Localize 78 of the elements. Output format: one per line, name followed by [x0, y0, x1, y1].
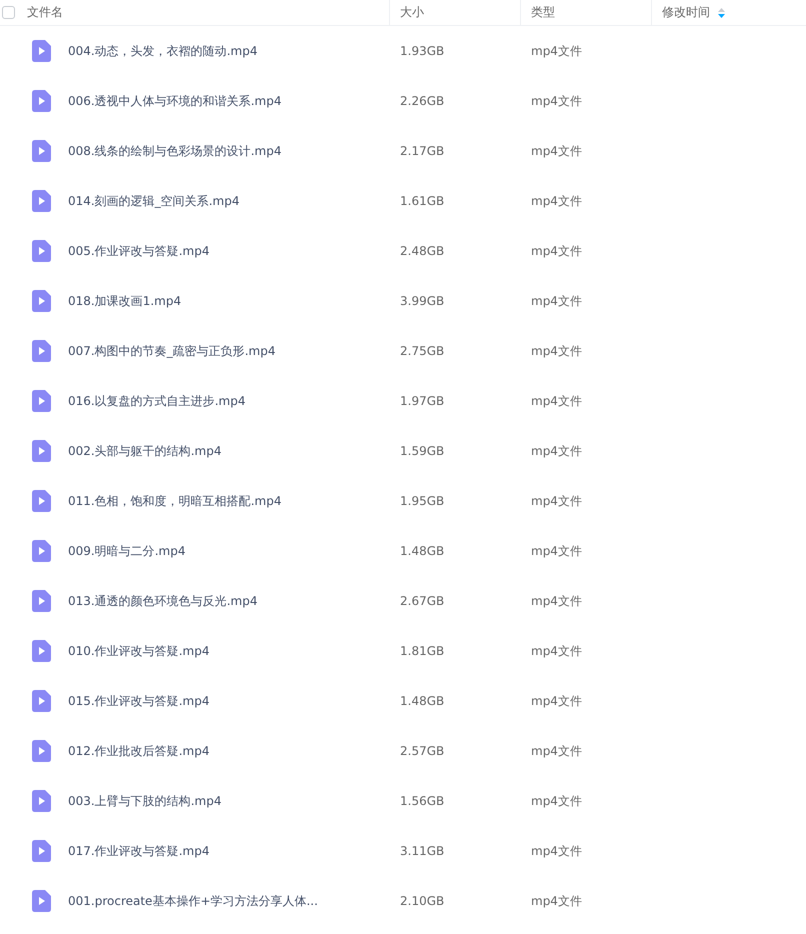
file-type: mp4文件: [531, 544, 582, 558]
video-file-icon: [32, 540, 51, 562]
file-name[interactable]: 007.构图中的节奏_疏密与正负形.mp4: [68, 342, 276, 360]
video-file-icon: [32, 140, 51, 162]
file-size: 2.57GB: [400, 744, 444, 758]
file-size: 2.10GB: [400, 894, 444, 908]
video-file-icon: [32, 190, 51, 212]
video-file-icon: [32, 240, 51, 262]
file-name[interactable]: 002.头部与躯干的结构.mp4: [68, 442, 222, 460]
file-name[interactable]: 005.作业评改与答疑.mp4: [68, 242, 210, 260]
file-name[interactable]: 018.加课改画1.mp4: [68, 292, 182, 310]
file-name[interactable]: 013.通透的颜色环境色与反光.mp4: [68, 592, 258, 610]
file-size: 1.61GB: [400, 194, 444, 208]
sort-icon[interactable]: [718, 8, 725, 18]
video-file-icon: [32, 740, 51, 762]
video-file-icon: [32, 440, 51, 462]
video-file-icon: [32, 690, 51, 712]
file-name[interactable]: 010.作业评改与答疑.mp4: [68, 642, 210, 660]
file-size: 1.97GB: [400, 394, 444, 408]
file-size: 2.75GB: [400, 344, 444, 358]
file-size: 1.93GB: [400, 44, 444, 58]
file-size: 1.48GB: [400, 694, 444, 708]
video-file-icon: [32, 290, 51, 312]
column-header[interactable]: 文件名: [27, 4, 63, 21]
file-type: mp4文件: [531, 144, 582, 158]
file-name[interactable]: 015.作业评改与答疑.mp4: [68, 692, 210, 710]
file-type: mp4文件: [531, 794, 582, 808]
file-name[interactable]: 012.作业批改后答疑.mp4: [68, 742, 210, 760]
file-type: mp4文件: [531, 494, 582, 508]
video-file-icon: [32, 790, 51, 812]
file-name[interactable]: 008.线条的绘制与色彩场景的设计.mp4: [68, 142, 282, 160]
video-file-icon: [32, 890, 51, 912]
file-type: mp4文件: [531, 94, 582, 108]
video-file-icon: [32, 590, 51, 612]
file-size: 2.17GB: [400, 144, 444, 158]
file-type: mp4文件: [531, 344, 582, 358]
file-name[interactable]: 009.明暗与二分.mp4: [68, 542, 186, 560]
file-type: mp4文件: [531, 194, 582, 208]
file-type: mp4文件: [531, 844, 582, 858]
file-type: mp4文件: [531, 744, 582, 758]
file-name[interactable]: 017.作业评改与答疑.mp4: [68, 842, 210, 860]
video-file-icon: [32, 640, 51, 662]
column-header[interactable]: 修改时间: [662, 4, 710, 21]
column-header[interactable]: 类型: [531, 4, 555, 21]
video-file-icon: [32, 390, 51, 412]
video-file-icon: [32, 90, 51, 112]
video-file-icon: [32, 490, 51, 512]
file-name[interactable]: 006.透视中人体与环境的和谐关系.mp4: [68, 92, 282, 110]
video-file-icon: [32, 340, 51, 362]
file-type: mp4文件: [531, 294, 582, 308]
file-name[interactable]: 001.procreate基本操作+学习方法分享人体...: [68, 892, 318, 910]
file-size: 1.48GB: [400, 544, 444, 558]
file-type: mp4文件: [531, 894, 582, 908]
video-file-icon: [32, 840, 51, 862]
file-name[interactable]: 004.动态，头发，衣褶的随动.mp4: [68, 42, 258, 60]
file-type: mp4文件: [531, 394, 582, 408]
file-size: 3.99GB: [400, 294, 444, 308]
file-size: 1.95GB: [400, 494, 444, 508]
file-type: mp4文件: [531, 44, 582, 58]
file-type: mp4文件: [531, 644, 582, 658]
file-size: 3.11GB: [400, 844, 444, 858]
file-name[interactable]: 016.以复盘的方式自主进步.mp4: [68, 392, 246, 410]
file-size: 1.81GB: [400, 644, 444, 658]
file-type: mp4文件: [531, 694, 582, 708]
column-header[interactable]: 大小: [400, 4, 424, 21]
file-type: mp4文件: [531, 594, 582, 608]
file-size: 2.26GB: [400, 94, 444, 108]
file-size: 1.59GB: [400, 444, 444, 458]
file-size: 2.48GB: [400, 244, 444, 258]
file-name[interactable]: 011.色相，饱和度，明暗互相搭配.mp4: [68, 492, 282, 510]
file-size: 2.67GB: [400, 594, 444, 608]
file-name[interactable]: 003.上臂与下肢的结构.mp4: [68, 792, 222, 810]
file-name[interactable]: 014.刻画的逻辑_空间关系.mp4: [68, 192, 240, 210]
video-file-icon: [32, 40, 51, 62]
file-type: mp4文件: [531, 444, 582, 458]
file-type: mp4文件: [531, 244, 582, 258]
select-all-checkbox[interactable]: [2, 6, 15, 19]
file-size: 1.56GB: [400, 794, 444, 808]
